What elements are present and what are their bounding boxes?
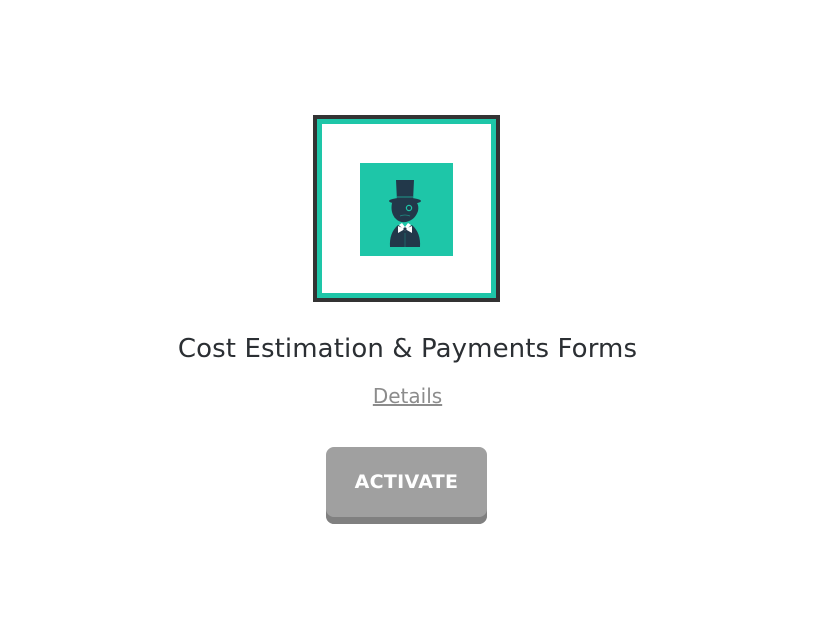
plugin-logo-frame — [313, 115, 500, 302]
plugin-logo — [360, 163, 453, 256]
details-link-wrapper: Details — [0, 384, 815, 408]
activate-button[interactable]: ACTIVATE — [326, 447, 487, 524]
plugin-logo-border — [317, 119, 496, 298]
plugin-title: Cost Estimation & Payments Forms — [177, 334, 638, 364]
gentleman-top-hat-logo-icon — [389, 180, 421, 247]
details-link[interactable]: Details — [373, 384, 442, 408]
plugin-card: Cost Estimation & Payments Forms Details… — [0, 0, 815, 641]
plugin-logo-background — [322, 124, 491, 293]
